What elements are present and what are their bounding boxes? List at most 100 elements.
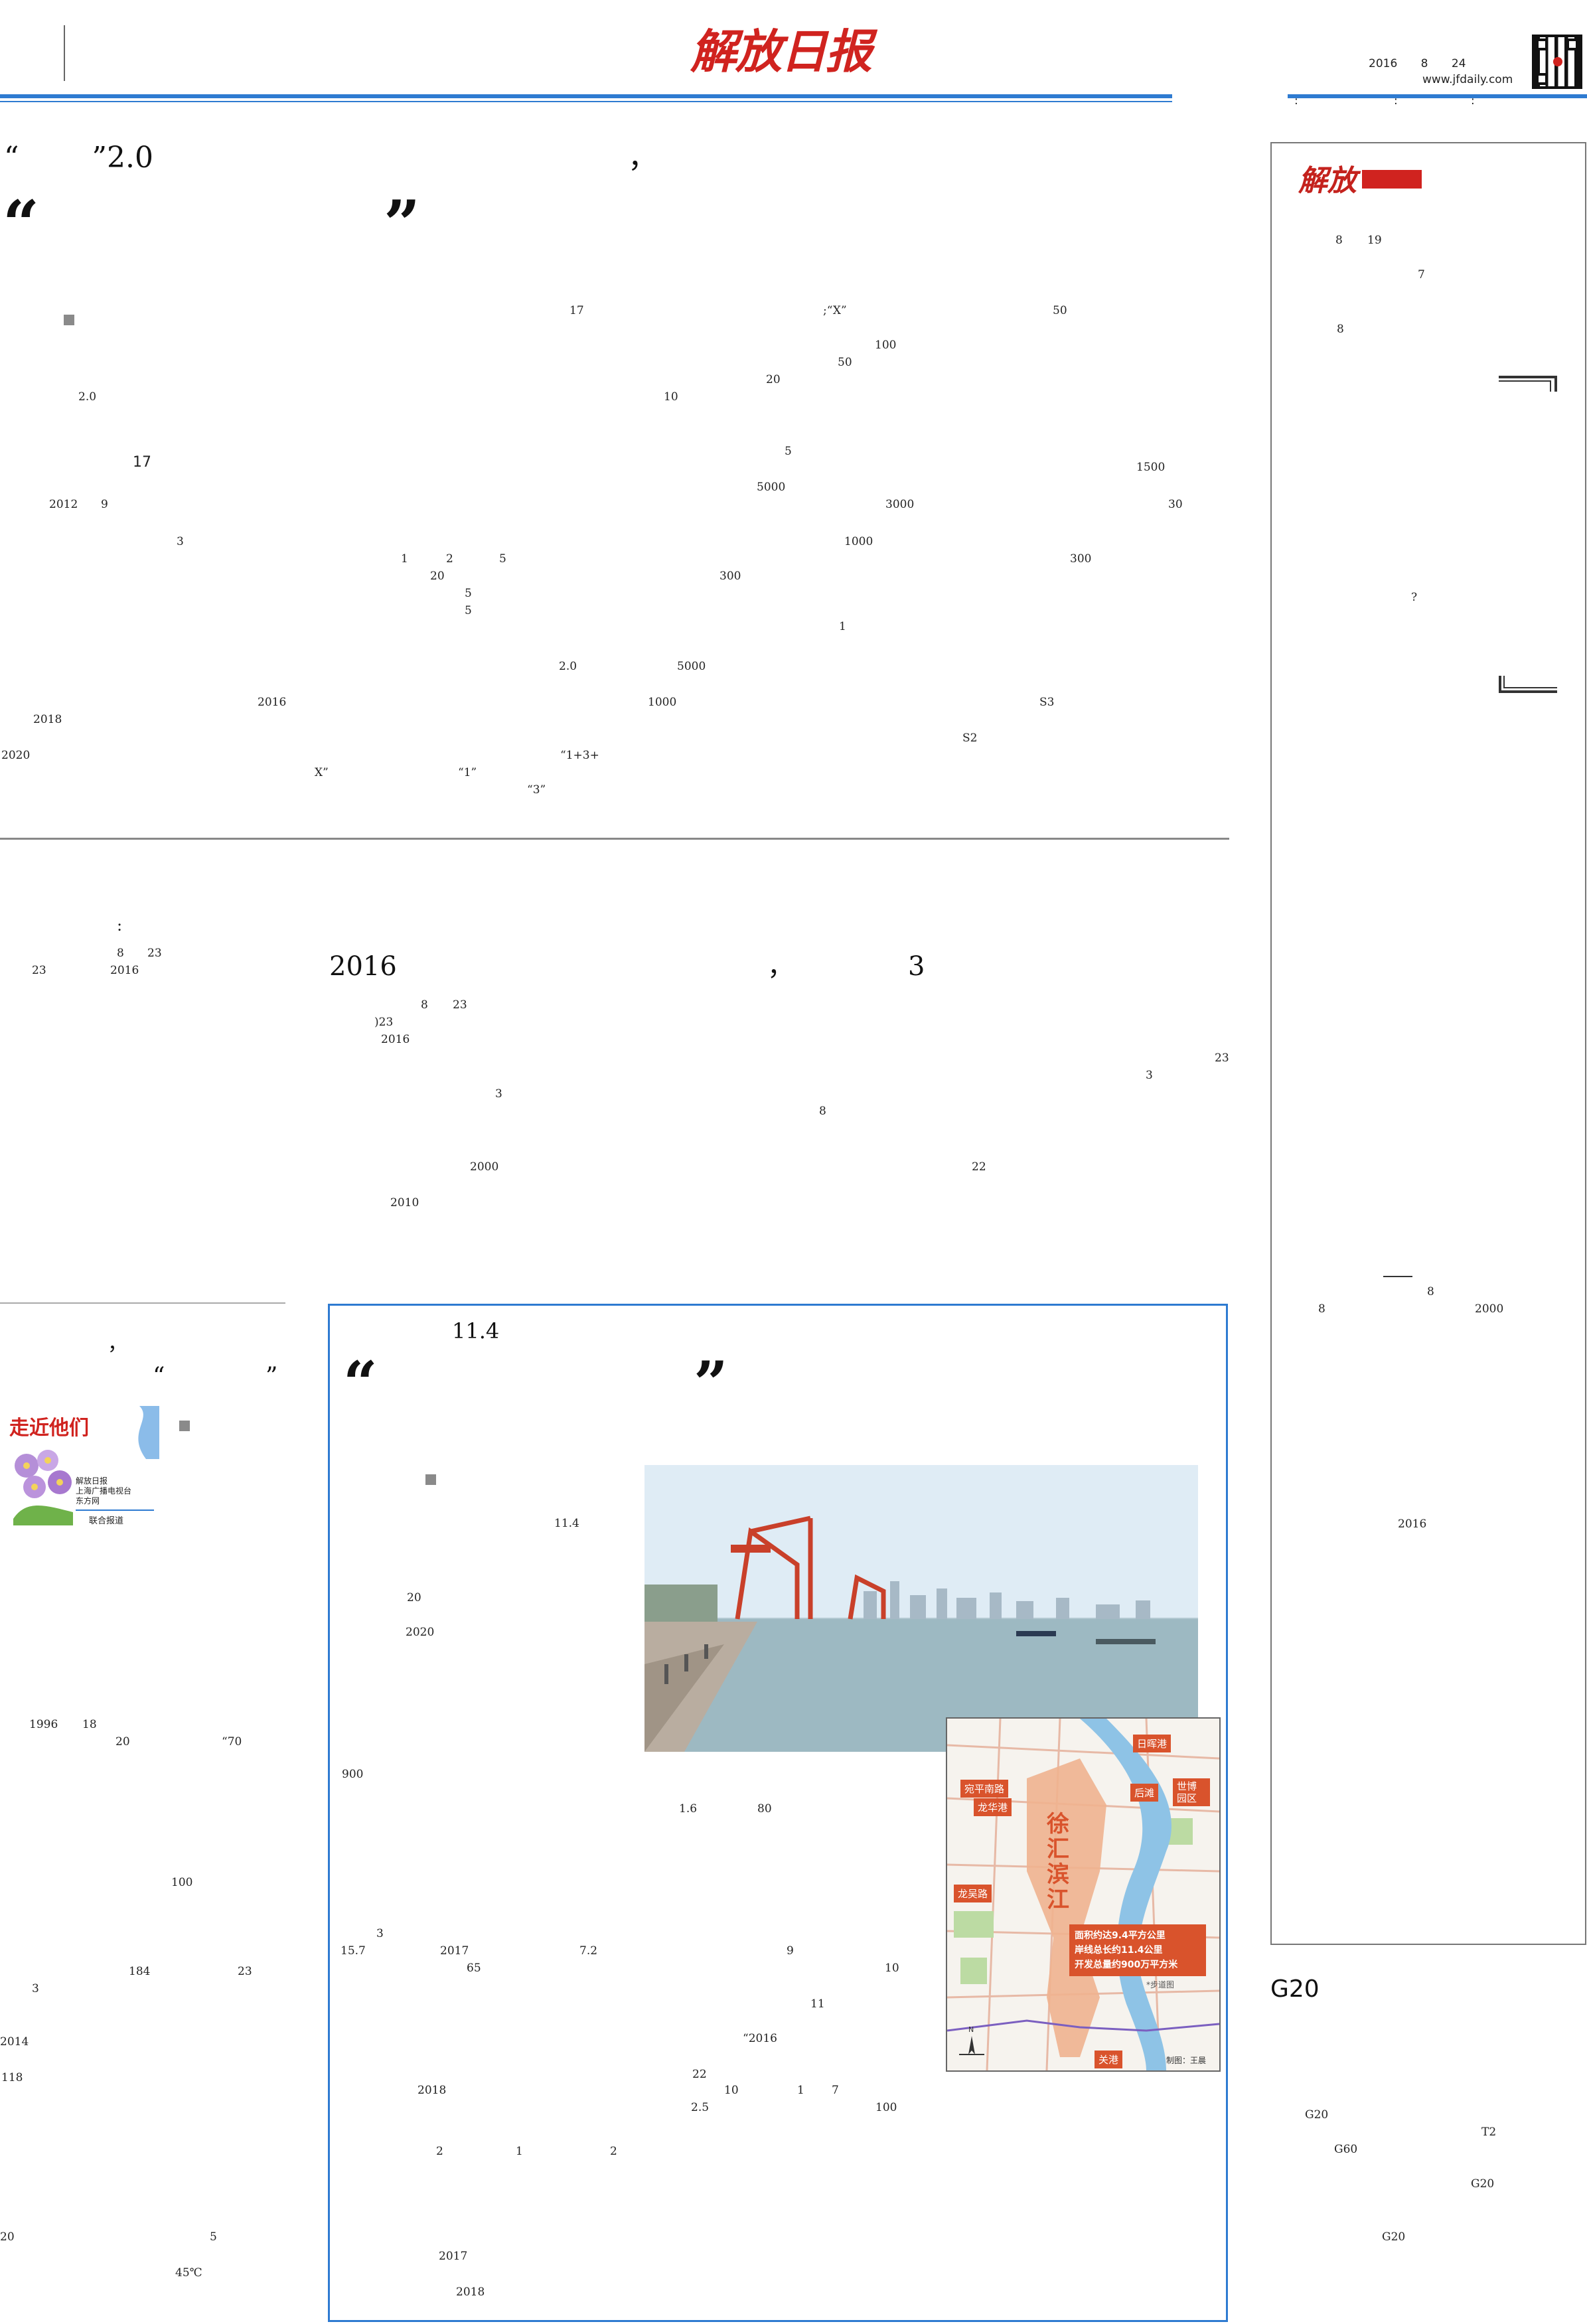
qr-finder-bl [1536, 73, 1548, 85]
left-head-quote-close: ” [265, 1363, 278, 1390]
boxed-frag: 2018 [456, 2285, 485, 2299]
left-frag: 20 [0, 2230, 15, 2244]
lead-kicker-comma: ， [628, 141, 657, 175]
qr-finder-tl [1536, 39, 1548, 50]
boxed-frag: 65 [467, 1962, 481, 1975]
lead-frag: 5 [465, 604, 472, 617]
lead-frag: 3 [177, 535, 184, 548]
boxed-frag: 900 [342, 1768, 364, 1781]
colon-2: : [1394, 94, 1398, 108]
story2-frag: 2000 [470, 1160, 499, 1174]
left-frag: 5 [210, 2230, 217, 2244]
boxed-frag: 1 [797, 2084, 804, 2097]
left-frag: 45℃ [175, 2266, 202, 2280]
qr-code[interactable] [1532, 35, 1582, 89]
boxed-frag: 1 [516, 2145, 523, 2158]
lead-frag: 1 [401, 552, 408, 566]
lead-bottom-rule [0, 838, 1229, 840]
date-day: 24 [1451, 57, 1466, 70]
story2-frag: 2016 [110, 964, 139, 977]
left-frag: 1996 [29, 1718, 58, 1731]
story2-frag: 3 [1146, 1069, 1153, 1082]
badge-line-2: 上海广播电视台 [76, 1486, 132, 1496]
lead-kicker-quote-open: “ [4, 141, 19, 175]
lead-frag: 1000 [844, 535, 873, 548]
lead-frag: 100 [875, 339, 897, 352]
g20-frag: G20 [1305, 2108, 1329, 2122]
lead-frag: “1” [458, 766, 477, 779]
left-frag: 100 [171, 1876, 193, 1889]
left-frag: 23 [238, 1965, 252, 1978]
header-colons: : : : [1294, 94, 1480, 108]
badge-wave-graphic [138, 1406, 159, 1459]
boxed-frag: 2020 [406, 1626, 435, 1639]
left-frag: 2014 [0, 2035, 29, 2049]
lead-kicker-version: ”2.0 [92, 141, 153, 175]
boxed-frag: 20 [407, 1591, 421, 1604]
lead-frag: 1 [839, 620, 846, 633]
lead-frag: 2016 [258, 696, 287, 709]
lead-kicker: “ ”2.0 [4, 143, 153, 173]
right-frag: 2016 [1398, 1517, 1427, 1531]
boxed-frag: 11 [810, 1997, 825, 2011]
lead-frag: 50 [1053, 304, 1067, 317]
boxed-frag: 2018 [417, 2084, 447, 2097]
qr-finder-tr [1566, 39, 1578, 50]
lead-frag: 2 [446, 552, 453, 566]
masthead: 解放日报 [690, 7, 889, 80]
lead-quote-open: “ [3, 187, 40, 262]
header-website[interactable]: www.jfdaily.com [1422, 73, 1513, 86]
right-frag: ? [1411, 591, 1418, 604]
boxed-frag: 2.5 [691, 2101, 710, 2114]
story2-bottom-rule [0, 1302, 285, 1304]
left-frag: “70 [222, 1735, 242, 1748]
g20-frag: G60 [1334, 2143, 1358, 2156]
lead-frag: 17 [133, 454, 151, 471]
right-sidebar: 解放 8 19 7 8 ? 8 8 2000 2016 [1270, 142, 1586, 1945]
right-dash [1383, 1276, 1412, 1277]
lead-frag: 9 [101, 498, 108, 511]
lead-frag: 2018 [33, 713, 62, 726]
flower-icon [13, 1450, 73, 1525]
header-date: 2016 8 24 [1369, 57, 1466, 70]
badge-line-3: 东方网 [76, 1496, 100, 1506]
right-frag: 2000 [1475, 1302, 1504, 1316]
boxed-frag: 2017 [439, 2250, 468, 2263]
left-frag: 118 [1, 2071, 23, 2084]
boxed-frag: 2017 [440, 1944, 469, 1958]
right-frag: 7 [1418, 268, 1425, 281]
header-blue-rule-thin [0, 101, 1172, 102]
lead-frag: 5000 [677, 660, 706, 673]
story2-frag: 2010 [390, 1196, 419, 1209]
lead-frag: “3” [527, 783, 546, 797]
story2-frag: 8 [117, 947, 124, 960]
boxed-frag: 3 [376, 1927, 384, 1940]
boxed-frag: 2 [436, 2145, 443, 2158]
g20-frag: T2 [1481, 2126, 1497, 2139]
masthead-title: 解放日报 [690, 24, 872, 79]
date-month: 8 [1420, 57, 1428, 70]
badge-divider [76, 1510, 154, 1511]
right-body: 8 19 7 8 ? 8 8 2000 2016 [1272, 143, 1587, 1946]
lead-frag: “1+3+ [560, 749, 599, 762]
boxed-frag: 22 [692, 2068, 707, 2081]
story2-frag: 22 [972, 1160, 986, 1174]
right-frag: 8 [1318, 1302, 1325, 1316]
lead-frag: 10 [664, 390, 678, 404]
story2-body: 8 23 2016 23 8 23 )23 2016 23 3 3 8 2000… [0, 943, 1229, 1288]
left-head-quote-open: “ [153, 1363, 165, 1390]
story2-frag: 23 [453, 998, 467, 1012]
boxed-frag: 10 [885, 1962, 899, 1975]
boxed-frag: 80 [757, 1802, 772, 1816]
lead-frag: 20 [766, 373, 781, 386]
boxed-story: 11.4 “ ” 日晖港 宛平南路 龙华港 后滩 世博园区 徐汇滨江 龙吴路 面… [328, 1304, 1228, 2322]
date-year: 2016 [1369, 57, 1398, 70]
lead-frag: 1000 [648, 696, 677, 709]
profile-badge: 走近他们 解放日报 上海广播电视台 东方网 联合报道 [7, 1406, 159, 1531]
boxed-frag: 11.4 [554, 1517, 579, 1530]
boxed-frag: 1.6 [679, 1802, 698, 1816]
right-frag: 8 [1427, 1285, 1434, 1298]
story2-colon: : [117, 916, 123, 935]
lead-frag: X” [315, 766, 329, 779]
lead-frag: 5 [785, 445, 792, 458]
